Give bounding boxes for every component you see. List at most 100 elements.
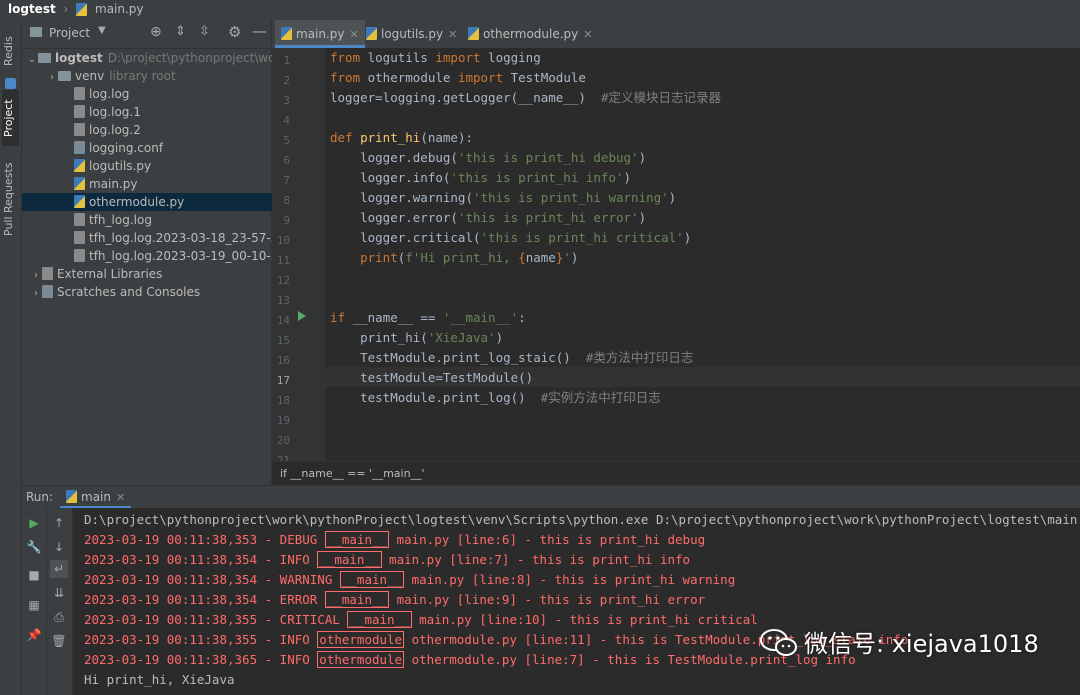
code-token: TestModule.print_log_staic() xyxy=(330,350,586,365)
code-token: ) xyxy=(623,170,632,185)
close-icon[interactable]: ✕ xyxy=(448,28,457,41)
stop-icon[interactable]: ■ xyxy=(25,566,43,584)
tree-item-label: logutils.py xyxy=(89,159,152,173)
soft-wrap-icon[interactable]: ↵ xyxy=(50,560,68,578)
log-file-icon xyxy=(74,123,85,136)
arrow-down-icon[interactable]: ↓ xyxy=(50,538,68,556)
code-token: othermodule xyxy=(360,70,458,85)
tab-logutils-py[interactable]: logutils.py ✕ xyxy=(360,20,463,47)
line-number: 3 xyxy=(283,94,290,107)
tree-item-label: External Libraries xyxy=(57,267,163,281)
watermark: 微信号: xiejava1018 xyxy=(760,624,1070,664)
code-token: 'this is print_hi critical' xyxy=(480,230,684,245)
code-line: logger=logging.getLogger(__name__) #定义模块… xyxy=(330,88,721,108)
pin-icon[interactable]: 📌 xyxy=(25,626,43,644)
editor-tab-bar: main.py ✕ logutils.py ✕ othermodule.py ✕ xyxy=(272,20,1080,49)
close-icon[interactable]: ✕ xyxy=(116,491,125,504)
run-gutter-icon[interactable] xyxy=(298,311,306,321)
locate-icon[interactable]: ⊕ xyxy=(150,24,162,40)
code-token: ) xyxy=(638,150,647,165)
line-number: 12 xyxy=(276,274,290,287)
run-label: Run: xyxy=(26,490,54,504)
log-file-icon xyxy=(74,213,85,226)
tree-item-label: logtest xyxy=(55,51,103,65)
code-token: logger.error( xyxy=(330,210,458,225)
scroll-to-end-icon[interactable]: ⇊ xyxy=(50,584,68,602)
arrow-up-icon[interactable]: ↑ xyxy=(50,514,68,532)
code-breadcrumb-label: if __name__ == '__main__' xyxy=(280,467,425,480)
line-number: 2 xyxy=(283,74,290,87)
line-number: 9 xyxy=(283,214,290,227)
breadcrumb-project[interactable]: logtest xyxy=(8,2,56,16)
trash-icon[interactable]: 🗑 xyxy=(50,632,68,650)
run-tab-main[interactable]: main ✕ xyxy=(60,486,132,508)
line-number: 11 xyxy=(276,254,290,267)
breadcrumb-separator-icon: › xyxy=(63,2,69,16)
chevron-right-icon[interactable]: › xyxy=(30,285,42,303)
logger-name-highlight: __main__ xyxy=(324,531,390,548)
python-file-icon xyxy=(74,159,85,172)
project-title[interactable]: Project xyxy=(49,26,90,40)
tab-othermodule-py[interactable]: othermodule.py ✕ xyxy=(462,20,598,47)
code-breadcrumb[interactable]: if __name__ == '__main__' xyxy=(272,461,1080,486)
line-number: 1 xyxy=(283,54,290,67)
tab-pull-requests[interactable]: Pull Requests xyxy=(2,158,19,240)
console-line: 2023-03-19 00:11:38,354 - INFO __main__ … xyxy=(84,550,690,570)
code-token: { xyxy=(518,250,526,265)
logger-name-highlight: __main__ xyxy=(347,611,412,628)
folder-icon xyxy=(58,71,71,81)
tree-item[interactable]: › venv library root xyxy=(22,67,295,85)
tab-project[interactable]: Project xyxy=(2,90,19,146)
database-icon xyxy=(5,78,16,89)
code-token: 'this is print_hi warning' xyxy=(473,190,669,205)
code-token: print xyxy=(360,250,398,265)
tree-item-label: tfh_log.log.2023-03-19_00-10-39 xyxy=(89,249,286,263)
close-icon[interactable]: ✕ xyxy=(350,28,359,41)
chevron-down-icon[interactable]: ▼ xyxy=(98,25,106,36)
breadcrumb-file[interactable]: main.py xyxy=(95,2,144,16)
watermark-text: 微信号: xiejava1018 xyxy=(804,630,1039,658)
tree-item[interactable]: › External Libraries xyxy=(22,265,279,283)
code-line: testModule=TestModule() xyxy=(330,368,533,388)
tab-redis[interactable]: Redis xyxy=(2,28,19,74)
wrench-icon[interactable]: 🔧 xyxy=(25,538,43,556)
expand-all-icon[interactable]: ⇳ xyxy=(199,24,210,39)
code-token: f'Hi print_hi, xyxy=(405,250,519,265)
tree-item[interactable]: ⌄ logtest D:\project\pythonproject\work xyxy=(22,49,288,67)
console-text: Hi print_hi, XieJava xyxy=(84,672,235,687)
line-number: 10 xyxy=(276,234,290,247)
tab-main-py[interactable]: main.py ✕ xyxy=(275,20,365,48)
code-token: logger.info( xyxy=(330,170,451,185)
print-icon[interactable]: ⎙ xyxy=(50,608,68,626)
tree-item-label: log.log xyxy=(89,87,130,101)
code-line: from othermodule import TestModule xyxy=(330,68,586,88)
code-line: TestModule.print_log_staic() #类方法中打印日志 xyxy=(330,348,693,368)
code-token: from xyxy=(330,50,361,65)
console-text: 2023-03-19 00:11:38,365 - INFO xyxy=(84,652,318,667)
collapse-all-icon[interactable]: ⇕ xyxy=(175,24,186,39)
run-console[interactable]: D:\project\pythonproject\work\pythonProj… xyxy=(73,508,1080,695)
layout-icon[interactable]: ▦ xyxy=(25,596,43,614)
code-token: 'this is print_hi info' xyxy=(450,170,624,185)
console-text: 2023-03-19 00:11:38,354 - WARNING xyxy=(84,572,340,587)
code-token: '__main__' xyxy=(442,310,519,325)
code-token: testModule=TestModule() xyxy=(330,370,534,385)
close-icon[interactable]: ✕ xyxy=(583,28,592,41)
wechat-logo-icon xyxy=(760,629,797,656)
rerun-icon[interactable]: ▶ xyxy=(25,514,43,532)
code-token: ) xyxy=(495,330,504,345)
tree-item-path: D:\project\pythonproject\work xyxy=(107,51,288,65)
log-file-icon xyxy=(74,249,85,262)
console-text: main.py [line:10] - this is print_hi cri… xyxy=(411,612,758,627)
code-line: print_hi('XieJava') xyxy=(330,328,503,348)
console-text: main.py [line:9] - this is print_hi erro… xyxy=(389,592,706,607)
minimize-icon[interactable]: — xyxy=(252,22,267,40)
code-token: TestModule xyxy=(503,70,586,85)
code-token: ) xyxy=(638,210,647,225)
code-editor[interactable]: from logutils import logging from othermo… xyxy=(325,48,1080,461)
log-file-icon xyxy=(74,231,85,244)
console-text: 2023-03-19 00:11:38,355 - CRITICAL xyxy=(84,612,348,627)
gear-icon[interactable]: ⚙ xyxy=(228,23,241,41)
tree-item[interactable]: › Scratches and Consoles xyxy=(22,283,279,301)
folder-icon xyxy=(38,53,51,63)
